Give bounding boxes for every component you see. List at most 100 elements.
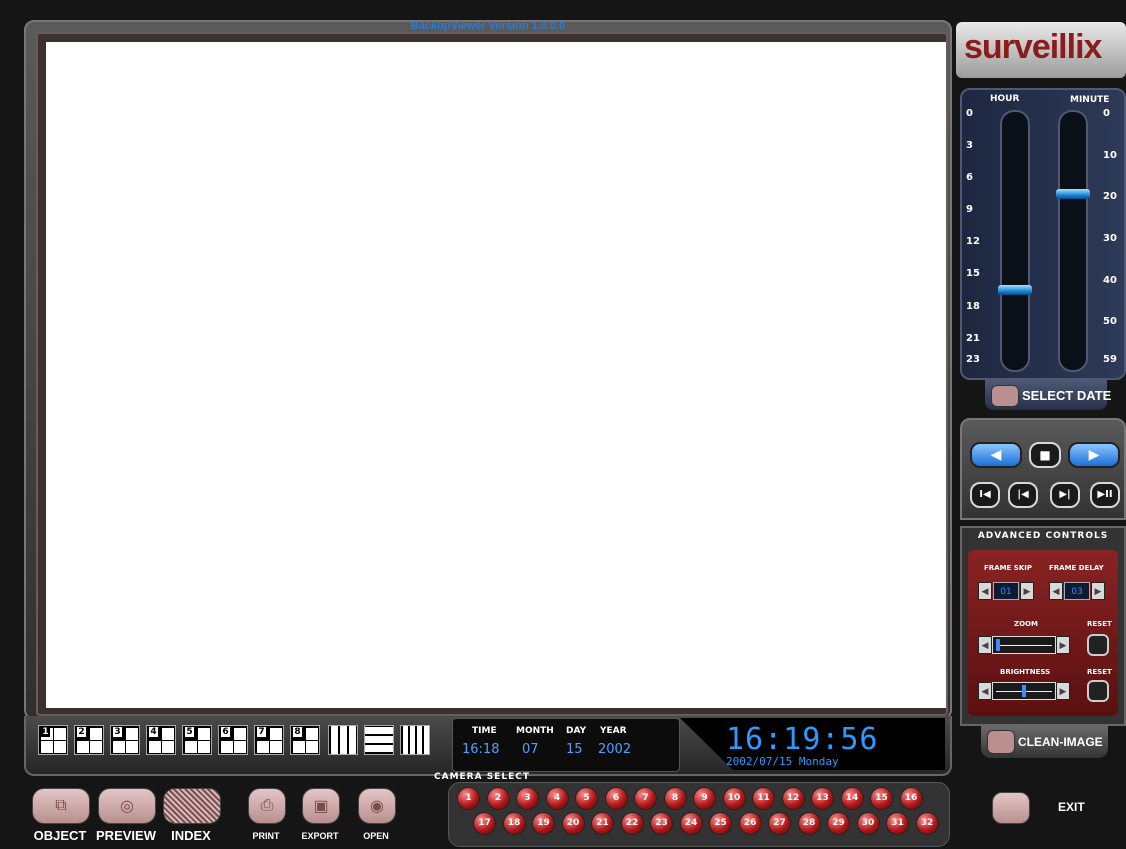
split-4-button[interactable]: 4 bbox=[146, 725, 176, 755]
exit-button[interactable] bbox=[992, 792, 1030, 824]
camera-15-button[interactable]: 15 bbox=[871, 788, 892, 809]
frame-delay-label: FRAME DELAY bbox=[1049, 564, 1104, 572]
brightness-reset-button[interactable] bbox=[1087, 680, 1109, 702]
split-8-button[interactable]: 8 bbox=[290, 725, 320, 755]
zoom-increase-button[interactable]: ▶ bbox=[1056, 636, 1070, 654]
camera-9-button[interactable]: 9 bbox=[694, 788, 715, 809]
minute-slider-track[interactable] bbox=[1058, 110, 1088, 372]
camera-4-button[interactable]: 4 bbox=[546, 788, 568, 809]
step-back-button[interactable]: |◀ bbox=[1008, 482, 1038, 508]
camera-20-button[interactable]: 20 bbox=[562, 813, 584, 834]
split-7-button[interactable]: 7 bbox=[254, 725, 284, 755]
camera-24-button[interactable]: 24 bbox=[680, 813, 702, 834]
camera-7-button[interactable]: 7 bbox=[635, 788, 656, 809]
split-3-button[interactable]: 3 bbox=[110, 725, 140, 755]
camera-31-button[interactable]: 31 bbox=[887, 813, 908, 834]
camera-28-button[interactable]: 28 bbox=[798, 813, 820, 834]
print-label: PRINT bbox=[252, 831, 280, 841]
camera-13-button[interactable]: 13 bbox=[812, 788, 833, 809]
step-back-icon: |◀ bbox=[1017, 489, 1029, 500]
frame-delay-decrease-button[interactable]: ◀ bbox=[1049, 582, 1063, 600]
camera-19-button[interactable]: 19 bbox=[533, 813, 554, 834]
clock-time: 16:19:56 bbox=[726, 722, 879, 757]
camera-17-button[interactable]: 17 bbox=[474, 813, 495, 834]
brightness-slider[interactable] bbox=[992, 682, 1056, 700]
zoom-knob[interactable] bbox=[996, 639, 1000, 651]
camera-1-button[interactable]: 1 bbox=[458, 788, 479, 809]
split-6-button[interactable]: 6 bbox=[218, 725, 248, 755]
split-5-button[interactable]: 5 bbox=[182, 725, 212, 755]
minute-slider-thumb[interactable] bbox=[1056, 189, 1090, 200]
export-button[interactable]: ▣ bbox=[302, 788, 340, 824]
stop-button[interactable]: ■ bbox=[1029, 442, 1061, 468]
split-number: 1 bbox=[41, 727, 50, 737]
preview-button[interactable]: ◎ bbox=[98, 788, 156, 824]
skip-end-button[interactable]: ▶II bbox=[1090, 482, 1120, 508]
play-forward-button[interactable]: ▶ bbox=[1068, 442, 1120, 468]
arrow-right-icon: ▶ bbox=[1059, 640, 1067, 650]
camera-25-button[interactable]: 25 bbox=[710, 813, 731, 834]
minute-tick-label: 50 bbox=[1103, 316, 1117, 328]
play-reverse-button[interactable]: ◀ bbox=[970, 442, 1022, 468]
camera-32-button[interactable]: 32 bbox=[916, 813, 938, 834]
year-label: YEAR bbox=[600, 726, 627, 736]
frame-delay-increase-button[interactable]: ▶ bbox=[1091, 582, 1105, 600]
camera-18-button[interactable]: 18 bbox=[503, 813, 525, 834]
frame-skip-value: 01 bbox=[993, 582, 1019, 600]
day-value: 15 bbox=[566, 742, 583, 757]
hour-tick-label: 3 bbox=[966, 140, 973, 152]
open-button[interactable]: ◉ bbox=[358, 788, 396, 824]
camera-14-button[interactable]: 14 bbox=[841, 788, 863, 809]
index-label: INDEX bbox=[171, 828, 211, 843]
zoom-decrease-button[interactable]: ◀ bbox=[978, 636, 992, 654]
camera-6-button[interactable]: 6 bbox=[605, 788, 627, 809]
camera-8-button[interactable]: 8 bbox=[664, 788, 686, 809]
frame-skip-label: FRAME SKIP bbox=[984, 564, 1032, 572]
camera-3-button[interactable]: 3 bbox=[517, 788, 538, 809]
split-cell bbox=[270, 728, 282, 740]
calendar-icon bbox=[991, 385, 1019, 407]
split-1-button[interactable]: 1 bbox=[38, 725, 68, 755]
camera-23-button[interactable]: 23 bbox=[651, 813, 672, 834]
split-9-grid-alt-button[interactable] bbox=[364, 725, 394, 755]
camera-5-button[interactable]: 5 bbox=[576, 788, 597, 809]
camera-2-button[interactable]: 2 bbox=[487, 788, 509, 809]
brightness-knob[interactable] bbox=[1022, 685, 1026, 697]
preview-label: PREVIEW bbox=[96, 828, 156, 843]
split-cell bbox=[198, 741, 210, 753]
brightness-increase-button[interactable]: ▶ bbox=[1056, 682, 1070, 700]
split-2-button[interactable]: 2 bbox=[74, 725, 104, 755]
hour-slider-track[interactable] bbox=[1000, 110, 1030, 372]
camera-21-button[interactable]: 21 bbox=[592, 813, 613, 834]
exit-label[interactable]: EXIT bbox=[1058, 800, 1085, 814]
split-cell bbox=[126, 728, 138, 740]
camera-26-button[interactable]: 26 bbox=[739, 813, 761, 834]
camera-10-button[interactable]: 10 bbox=[723, 788, 745, 809]
object-button[interactable]: ⧉ bbox=[32, 788, 90, 824]
hour-tick-label: 21 bbox=[966, 332, 980, 344]
hour-slider-thumb[interactable] bbox=[998, 285, 1032, 296]
zoom-slider[interactable] bbox=[992, 636, 1056, 654]
brightness-decrease-button[interactable]: ◀ bbox=[978, 682, 992, 700]
split-16-grid-button[interactable] bbox=[400, 725, 430, 755]
split-cell bbox=[293, 741, 305, 753]
camera-16-button[interactable]: 16 bbox=[900, 788, 922, 809]
zoom-reset-label: RESET bbox=[1087, 620, 1112, 628]
step-forward-button[interactable]: ▶| bbox=[1050, 482, 1080, 508]
time-selector-panel bbox=[960, 88, 1126, 380]
index-button[interactable] bbox=[163, 788, 221, 824]
camera-29-button[interactable]: 29 bbox=[828, 813, 849, 834]
print-button[interactable]: ⎙ bbox=[248, 788, 286, 824]
camera-30-button[interactable]: 30 bbox=[857, 813, 879, 834]
camera-12-button[interactable]: 12 bbox=[782, 788, 804, 809]
skip-start-button[interactable]: I◀ bbox=[970, 482, 1000, 508]
camera-22-button[interactable]: 22 bbox=[621, 813, 643, 834]
camera-11-button[interactable]: 11 bbox=[753, 788, 774, 809]
frame-skip-decrease-button[interactable]: ◀ bbox=[978, 582, 992, 600]
zoom-reset-button[interactable] bbox=[1087, 634, 1109, 656]
split-9-grid-button[interactable] bbox=[328, 725, 358, 755]
camera-27-button[interactable]: 27 bbox=[769, 813, 790, 834]
object-icon: ⧉ bbox=[55, 797, 67, 814]
video-display[interactable] bbox=[46, 42, 946, 708]
frame-skip-increase-button[interactable]: ▶ bbox=[1020, 582, 1034, 600]
